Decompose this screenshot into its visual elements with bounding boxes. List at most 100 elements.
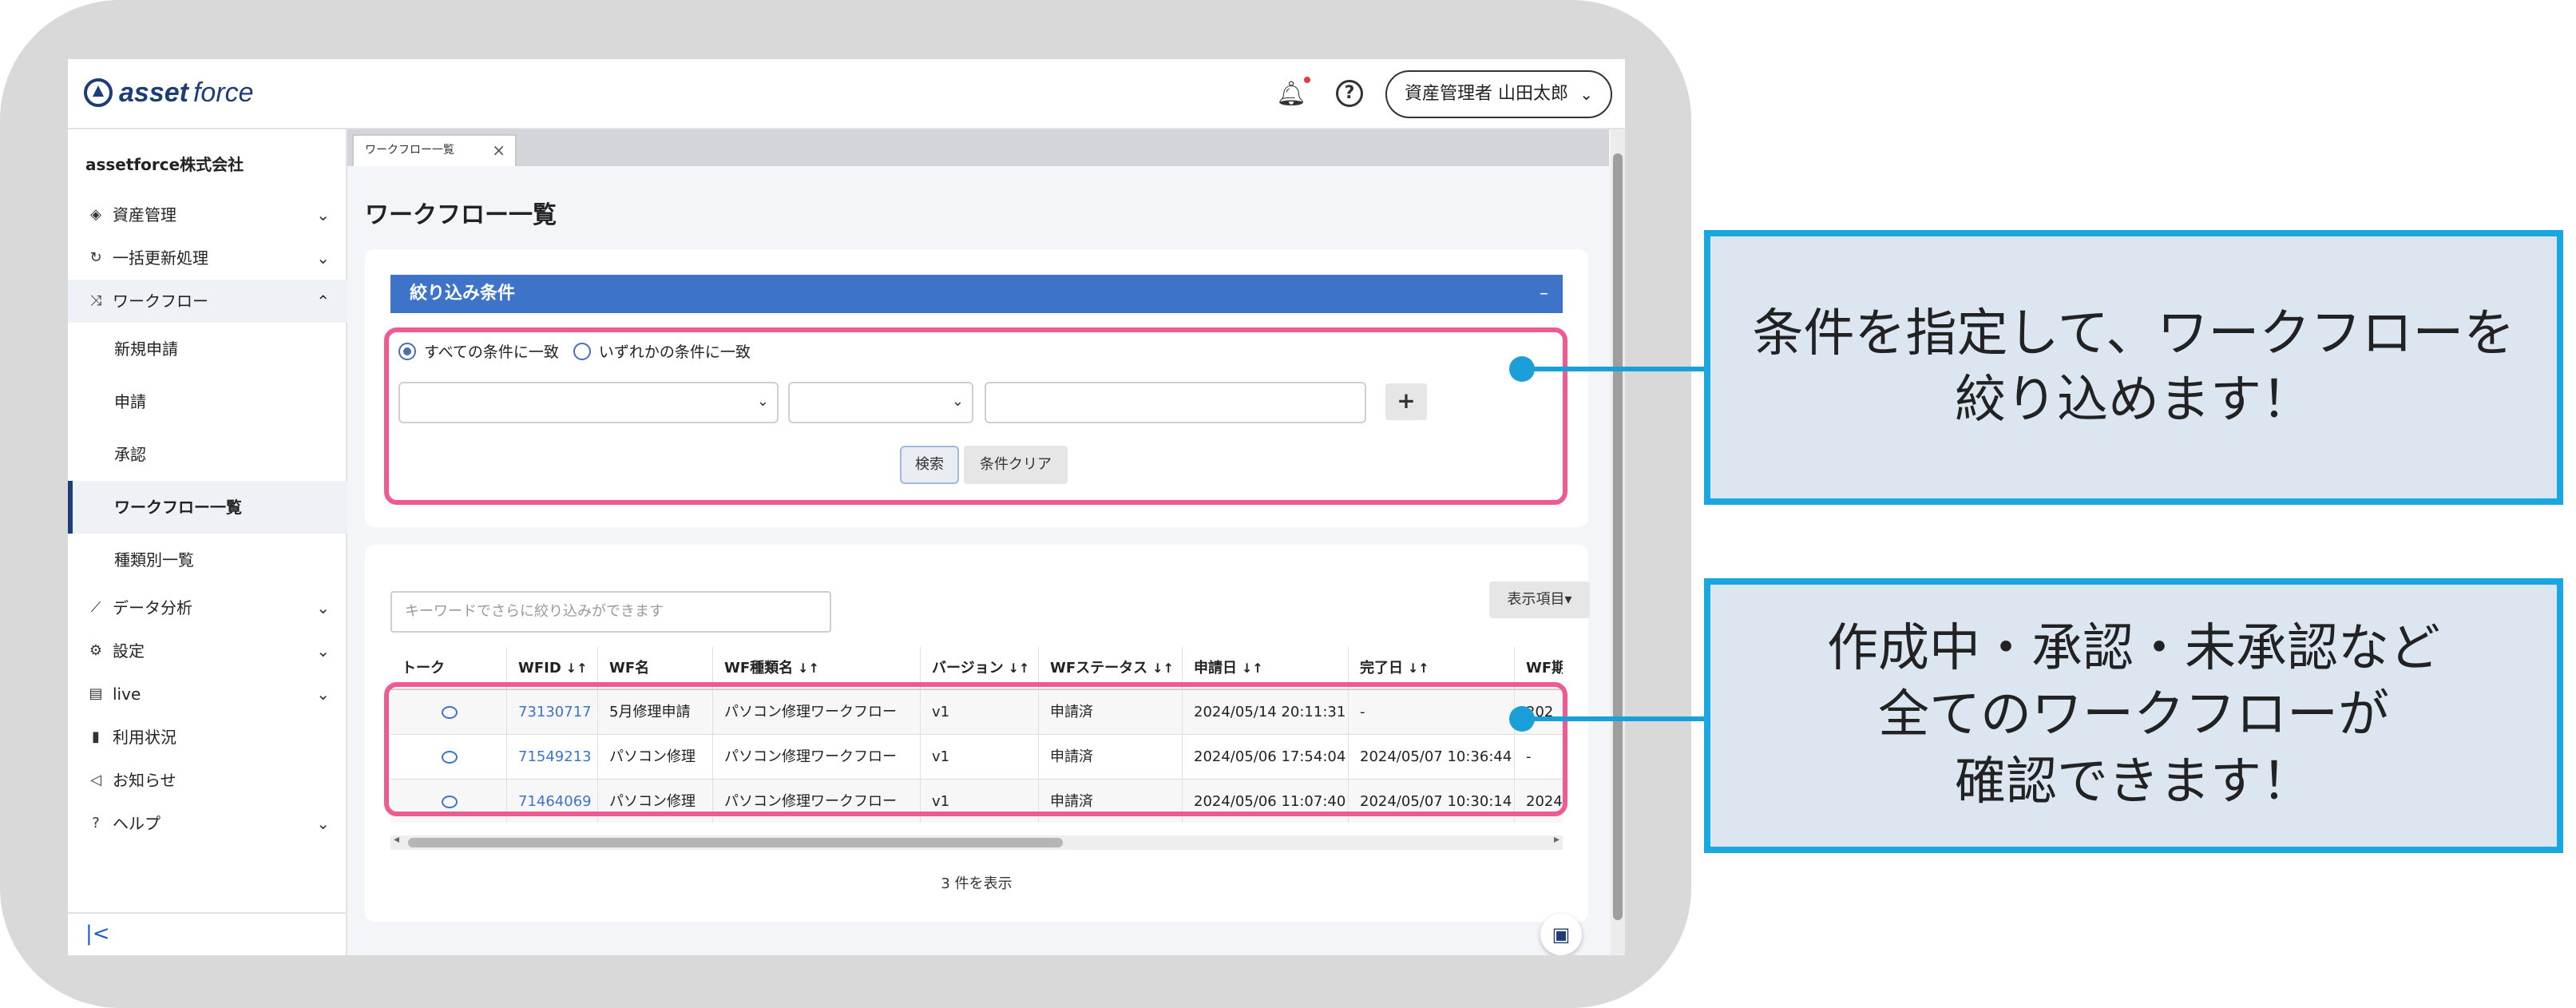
sidebar-item-label: ヘルプ [113, 814, 161, 833]
sidebar: assetforce株式会社 ◈ 資産管理 ⌄ ↻ 一括更新処理 ⌄ ⤨ ワーク [68, 129, 347, 955]
callout-table-line2: 全てのワークフローが [1878, 685, 2389, 745]
main-content: ワークフロー一覧 × ワークフロー一覧 絞り込み条件 – すべての条件に一致 い… [347, 129, 1625, 955]
chevron-up-icon: ⌃ [316, 292, 330, 311]
chevron-down-icon: ⌄ [316, 205, 330, 224]
sort-icon: ↓↑ [1242, 661, 1263, 676]
sidebar-nav: ◈ 資産管理 ⌄ ↻ 一括更新処理 ⌄ ⤨ ワークフロー ⌃ 新規申請 申請 承… [68, 193, 347, 845]
user-menu-button[interactable]: 資産管理者 山田太郎 ⌄ [1385, 70, 1612, 118]
sidebar-subitem-new-request[interactable]: 新規申請 [68, 323, 347, 375]
sidebar-item-label: お知らせ [113, 771, 176, 790]
filter-header-label: 絞り込み条件 [410, 284, 516, 304]
horizontal-scrollbar[interactable]: ◂ ▸ [390, 833, 1563, 850]
vertical-scrollbar[interactable] [1611, 129, 1625, 955]
scroll-thumb[interactable] [408, 838, 1063, 847]
gear-icon: ⚙ [89, 642, 103, 659]
sidebar-item-label: 一括更新処理 [113, 248, 208, 268]
filter-header[interactable]: 絞り込み条件 – [390, 275, 1563, 313]
callout-filter-line1: 条件を指定して、ワークフローを [1752, 304, 2515, 363]
col-header-label: バージョン [932, 660, 1004, 677]
sidebar-item-live[interactable]: ▤ live ⌄ [68, 673, 347, 716]
chevron-down-icon: ⌄ [316, 641, 330, 661]
chat-support-icon[interactable]: ▣ [1540, 914, 1582, 955]
cube-icon: ◈ [90, 206, 101, 223]
sort-icon: ↓↑ [798, 661, 819, 676]
callout-table-line3: 確認できます！ [1955, 752, 2312, 812]
sidebar-item-workflow[interactable]: ⤨ ワークフロー ⌃ [68, 280, 347, 323]
help-icon: ? [92, 815, 100, 831]
col-header-label: WF種類名 [724, 660, 794, 677]
page-title: ワークフロー一覧 [365, 201, 557, 229]
connector-line-top [1522, 367, 1710, 371]
collapse-left-icon: |< [85, 922, 110, 946]
callout-filter: 条件を指定して、ワークフローを 絞り込めます！ [1704, 230, 2563, 505]
sidebar-item-usage[interactable]: ▮ 利用状況 [68, 716, 347, 759]
bell-icon[interactable]: 🔔︎ [1275, 78, 1307, 110]
logo-text-bold: asset [119, 77, 188, 108]
chevron-down-icon: ⌄ [1579, 85, 1593, 104]
sidebar-item-help[interactable]: ? ヘルプ ⌄ [68, 802, 347, 845]
top-bar: asset force 🔔︎ ? 資産管理者 山田太郎 ⌄ [68, 59, 1625, 129]
sidebar-item-label: 設定 [113, 641, 145, 661]
megaphone-icon: ◁ [90, 772, 101, 788]
sidebar-item-label: live [113, 685, 141, 704]
analytics-icon: ⟋ [90, 599, 101, 616]
sort-icon: ↓↑ [1152, 661, 1174, 676]
tablet-frame: asset force 🔔︎ ? 資産管理者 山田太郎 ⌄ assetforce… [0, 0, 1691, 1008]
stage: asset force 🔔︎ ? 資産管理者 山田太郎 ⌄ assetforce… [0, 0, 2576, 1008]
sidebar-item-label: ワークフロー [113, 292, 208, 311]
sidebar-item-label: データ分析 [113, 598, 192, 617]
sort-icon: ↓↑ [565, 661, 588, 676]
sidebar-subitem-workflow-list[interactable]: ワークフロー一覧 [68, 481, 347, 534]
col-header-label: 申請日 [1194, 660, 1237, 677]
highlight-table-area [384, 682, 1567, 816]
scroll-right-icon[interactable]: ▸ [1554, 833, 1559, 846]
connector-line-bottom [1522, 716, 1710, 721]
tab-bar: ワークフロー一覧 × [347, 129, 1609, 166]
callout-table: 作成中・承認・未承認など 全てのワークフローが 確認できます！ [1704, 578, 2563, 853]
scroll-thumb[interactable] [1613, 153, 1623, 920]
chevron-down-icon: ⌄ [316, 248, 330, 268]
sort-icon: ↓↑ [1008, 661, 1030, 676]
sidebar-item-analytics[interactable]: ⟋ データ分析 ⌄ [68, 586, 347, 629]
keyword-search-input[interactable]: キーワードでさらに絞り込みができます [390, 591, 831, 633]
col-header-label: WFステータス [1050, 660, 1148, 677]
sort-icon: ↓↑ [1408, 661, 1429, 676]
collapse-sidebar-button[interactable]: |< [68, 912, 347, 955]
help-circle-icon[interactable]: ? [1336, 80, 1363, 107]
logo[interactable]: asset force [84, 75, 254, 110]
callout-filter-line2: 絞り込めます！ [1955, 371, 2312, 430]
sidebar-subitem-request[interactable]: 申請 [68, 375, 347, 428]
col-header-label: WFID [518, 660, 561, 677]
live-icon: ▤ [89, 685, 103, 702]
minimize-icon[interactable]: – [1540, 275, 1548, 313]
col-header-label: 完了日 [1360, 660, 1403, 677]
highlight-filter-area [384, 327, 1567, 505]
app-screen: asset force 🔔︎ ? 資産管理者 山田太郎 ⌄ assetforce… [68, 59, 1625, 955]
bar-chart-icon: ▮ [92, 728, 100, 745]
tab-workflow-list[interactable]: ワークフロー一覧 × [352, 134, 517, 166]
sidebar-item-label: 資産管理 [113, 205, 176, 224]
result-count: 3 件を表示 [941, 875, 1013, 892]
sidebar-item-settings[interactable]: ⚙ 設定 ⌄ [68, 629, 347, 673]
logo-mark-icon [84, 78, 113, 107]
chevron-down-icon: ⌄ [316, 598, 330, 617]
callout-table-line1: 作成中・承認・未承認など [1827, 619, 2440, 679]
sidebar-subitem-by-type[interactable]: 種類別一覧 [68, 534, 347, 586]
logo-text-light: force [192, 77, 254, 108]
chevron-down-icon: ⌄ [316, 814, 330, 833]
workflow-icon: ⤨ [89, 292, 102, 309]
sidebar-item-bulk-update[interactable]: ↻ 一括更新処理 ⌄ [68, 236, 347, 280]
scroll-left-icon[interactable]: ◂ [394, 833, 399, 846]
user-menu-label: 資産管理者 山田太郎 [1405, 84, 1568, 104]
chevron-down-icon: ⌄ [316, 685, 330, 704]
company-name: assetforce株式会社 [85, 155, 244, 174]
notification-dot [1304, 77, 1310, 83]
display-columns-button[interactable]: 表示項目▾ [1489, 581, 1590, 618]
tab-label: ワークフロー一覧 [365, 144, 454, 157]
refresh-icon: ↻ [89, 249, 102, 266]
sidebar-subitem-approval[interactable]: 承認 [68, 428, 347, 481]
close-icon[interactable]: × [492, 136, 505, 165]
sidebar-item-asset[interactable]: ◈ 資産管理 ⌄ [68, 193, 347, 236]
sidebar-item-label: 利用状況 [113, 728, 176, 747]
sidebar-item-news[interactable]: ◁ お知らせ [68, 759, 347, 802]
